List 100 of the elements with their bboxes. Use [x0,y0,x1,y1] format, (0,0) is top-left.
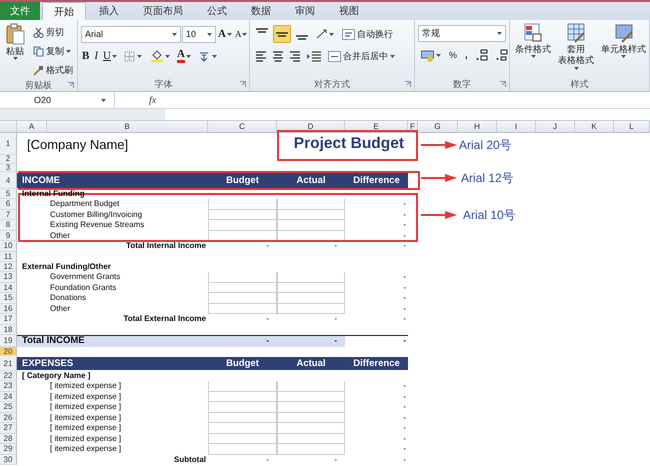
column-header[interactable]: L [614,121,650,132]
input-cell[interactable] [277,381,345,392]
column-header[interactable]: E [345,121,408,132]
italic-button[interactable]: I [93,47,100,65]
row-number[interactable]: 15 [0,293,17,304]
name-box[interactable]: O20 [0,92,115,108]
row-number[interactable]: 16 [0,304,17,314]
input-cell[interactable] [208,412,277,423]
input-cell[interactable] [208,444,277,454]
input-cell[interactable] [208,434,277,444]
row-number[interactable]: 29 [0,444,17,454]
column-header[interactable]: I [497,121,536,132]
input-cell[interactable] [277,282,345,293]
font-size-select[interactable]: 10 [182,26,216,42]
input-cell[interactable] [208,381,277,392]
copy-button[interactable]: 复制 [30,42,76,60]
wrap-text-button[interactable]: 自动换行 [339,25,396,43]
ribbon-tab[interactable]: 开始 [42,2,86,20]
bold-button[interactable]: B [81,47,90,65]
input-cell[interactable] [208,210,277,220]
row-number[interactable]: 13 [0,272,17,282]
column-header[interactable]: F [408,121,418,132]
vertical-align-button[interactable] [273,25,291,43]
launcher-icon[interactable] [68,82,74,88]
column-header[interactable]: J [536,121,575,132]
ribbon-tab[interactable]: 公式 [196,2,238,20]
style-button[interactable]: 单元格样式 [599,23,648,78]
input-cell[interactable] [208,199,277,210]
row-number[interactable]: 9 [0,230,17,241]
row-number[interactable]: 2 [0,155,17,164]
input-cell[interactable] [277,402,345,412]
input-cell[interactable] [208,423,277,434]
underline-button[interactable]: U [102,47,118,65]
column-header[interactable]: K [575,121,614,132]
row-number[interactable]: 23 [0,381,17,392]
row-number[interactable]: 7 [0,210,17,220]
row-number[interactable]: 6 [0,199,17,210]
input-cell[interactable] [208,220,277,230]
input-cell[interactable] [277,199,345,210]
percent-button[interactable]: % [446,46,460,64]
style-button[interactable]: 套用 表格格式 [556,23,596,78]
row-number[interactable]: 10 [0,241,17,252]
input-cell[interactable] [277,412,345,423]
input-cell[interactable] [208,282,277,293]
row-number[interactable]: 11 [0,252,17,262]
ribbon-tab[interactable]: 数据 [240,2,282,20]
input-cell[interactable] [277,220,345,230]
row-number[interactable]: 14 [0,282,17,293]
input-cell[interactable] [277,210,345,220]
input-cell[interactable] [277,293,345,304]
function-button[interactable]: fx [149,94,156,106]
cut-button[interactable]: 剪切 [30,23,76,41]
file-tab[interactable]: 文件 [0,2,40,20]
ribbon-tab[interactable]: 视图 [328,2,370,20]
ribbon-tab[interactable]: 插入 [88,2,130,20]
grow-font-button[interactable]: A [217,25,233,43]
font-select[interactable]: Arial [81,26,181,42]
row-number[interactable]: 5 [0,189,17,199]
input-cell[interactable] [208,293,277,304]
column-header[interactable]: G [418,121,458,132]
input-cell[interactable] [277,304,345,314]
column-header[interactable]: B [47,121,208,132]
input-cell[interactable] [208,272,277,282]
row-number[interactable]: 30 [0,454,17,465]
font-color-button[interactable]: A [176,47,192,65]
column-header[interactable]: H [458,121,497,132]
row-number[interactable]: 28 [0,434,17,444]
input-cell[interactable] [208,402,277,412]
ribbon-tab[interactable]: 页面布局 [132,2,194,20]
input-cell[interactable] [208,304,277,314]
input-cell[interactable] [277,230,345,241]
comma-button[interactable]: , [462,46,471,64]
launcher-icon[interactable] [405,81,411,87]
input-cell[interactable] [277,423,345,434]
row-number[interactable]: 4 [0,172,17,189]
row-number[interactable]: 21 [0,356,17,371]
row-number[interactable]: 27 [0,423,17,434]
row-number[interactable]: 12 [0,262,17,272]
input-cell[interactable] [277,434,345,444]
row-number[interactable]: 26 [0,412,17,423]
input-cell[interactable] [277,444,345,454]
launcher-icon[interactable] [240,81,246,87]
launcher-icon[interactable] [500,81,506,87]
input-cell[interactable] [277,392,345,402]
row-number[interactable]: 8 [0,220,17,230]
row-number[interactable]: 25 [0,402,17,412]
input-cell[interactable] [208,230,277,241]
ribbon-tab[interactable]: 审阅 [284,2,326,20]
merge-center-button[interactable]: 合并后居中 [325,47,398,65]
paste-button[interactable]: 粘贴 [3,23,27,79]
format-painter-button[interactable]: 格式刷 [30,61,76,79]
row-number[interactable]: 22 [0,371,17,381]
style-button[interactable]: 条件格式 [513,23,553,78]
row-number[interactable]: 1 [0,133,17,155]
shrink-font-button[interactable]: A [234,25,248,43]
row-number[interactable]: 18 [0,324,17,335]
input-cell[interactable] [208,392,277,402]
input-cell[interactable] [277,272,345,282]
row-number[interactable]: 20 [0,347,17,356]
column-header[interactable]: C [208,121,277,132]
